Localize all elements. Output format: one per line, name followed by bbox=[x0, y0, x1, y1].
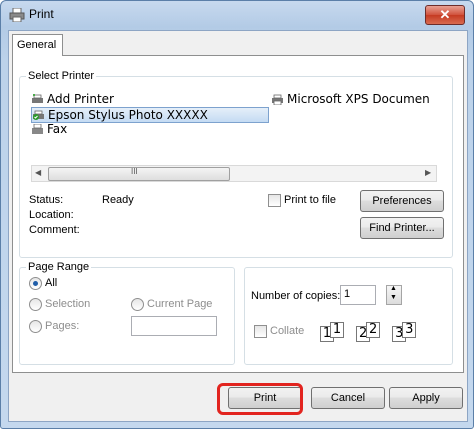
fax-icon bbox=[32, 124, 43, 134]
copies-spinner[interactable]: ▲ ▼ bbox=[386, 285, 402, 305]
dialog-client-area: General Select Printer Add Printer Micro… bbox=[8, 30, 468, 422]
printer-name: Fax bbox=[47, 122, 68, 136]
collate-label[interactable]: Collate bbox=[270, 324, 304, 338]
radio-current-page-label[interactable]: Current Page bbox=[147, 297, 212, 311]
radio-pages[interactable] bbox=[29, 320, 42, 333]
collate-page: 3 bbox=[402, 322, 417, 338]
select-printer-group: Select Printer Add Printer Microsoft XPS… bbox=[19, 69, 453, 258]
print-button-highlight bbox=[217, 383, 303, 415]
printer-list[interactable]: Add Printer Microsoft XPS Documen Epson … bbox=[31, 92, 431, 171]
number-of-copies-label: Number of copies: bbox=[251, 290, 341, 302]
scrollbar-thumb[interactable]: III bbox=[48, 167, 230, 181]
printer-check-icon bbox=[33, 110, 44, 120]
printer-name: Microsoft XPS Documen bbox=[287, 92, 430, 106]
radio-all-label[interactable]: All bbox=[45, 276, 57, 290]
scroll-right-arrow-icon[interactable]: ▶ bbox=[425, 168, 431, 177]
radio-all[interactable] bbox=[29, 277, 42, 290]
print-to-file-label[interactable]: Print to file bbox=[284, 193, 336, 207]
spin-down-icon[interactable]: ▼ bbox=[390, 294, 397, 301]
collate-pages-icon: 11 22 33 bbox=[320, 322, 418, 342]
close-button[interactable]: ✕ bbox=[425, 5, 465, 25]
comment-label: Comment: bbox=[29, 224, 80, 236]
cancel-button[interactable]: Cancel bbox=[311, 387, 385, 409]
pages-input[interactable] bbox=[131, 316, 217, 336]
scroll-left-arrow-icon[interactable]: ◀ bbox=[35, 168, 41, 177]
collate-page: 2 bbox=[366, 322, 381, 338]
radio-pages-label[interactable]: Pages: bbox=[45, 319, 79, 333]
printer-item-microsoft-xps[interactable]: Microsoft XPS Documen bbox=[271, 92, 430, 106]
copies-value: 1 bbox=[344, 288, 351, 300]
thumb-grip-icon: III bbox=[131, 167, 138, 176]
print-to-file-checkbox[interactable] bbox=[268, 194, 281, 207]
spin-up-icon[interactable]: ▲ bbox=[390, 285, 397, 292]
printer-icon bbox=[272, 94, 283, 105]
location-label: Location: bbox=[29, 209, 74, 221]
printer-icon bbox=[9, 8, 25, 22]
status-value: Ready bbox=[102, 194, 134, 206]
apply-button[interactable]: Apply bbox=[389, 387, 463, 409]
page-range-label: Page Range bbox=[26, 260, 92, 274]
find-printer-button[interactable]: Find Printer... bbox=[360, 217, 444, 239]
print-dialog-window: Print ✕ General Select Printer Add Print… bbox=[0, 0, 474, 429]
title-bar[interactable]: Print ✕ bbox=[1, 1, 473, 29]
collate-checkbox[interactable] bbox=[254, 325, 267, 338]
radio-current-page[interactable] bbox=[131, 298, 144, 311]
printer-item-fax[interactable]: Fax bbox=[31, 122, 67, 136]
printer-item-add-printer[interactable]: Add Printer bbox=[31, 92, 114, 106]
tab-general[interactable]: General bbox=[12, 34, 63, 56]
radio-selection-label[interactable]: Selection bbox=[45, 297, 90, 311]
printer-item-epson-selected[interactable]: Epson Stylus Photo XXXXX bbox=[31, 107, 269, 123]
status-label: Status: bbox=[29, 194, 64, 206]
add-printer-icon bbox=[32, 94, 43, 103]
printer-name: Epson Stylus Photo XXXXX bbox=[48, 108, 208, 122]
preferences-button[interactable]: Preferences bbox=[360, 190, 444, 212]
collate-page: 1 bbox=[330, 322, 344, 338]
printer-name: Add Printer bbox=[47, 92, 114, 106]
general-tab-panel: Select Printer Add Printer Microsoft XPS… bbox=[12, 55, 464, 373]
copies-input[interactable]: 1 bbox=[340, 285, 376, 305]
copies-group: Number of copies: 1 ▲ ▼ Collate 11 22 33 bbox=[244, 267, 453, 365]
select-printer-label: Select Printer bbox=[26, 69, 97, 83]
printer-list-scrollbar[interactable]: ◀ III ▶ bbox=[31, 165, 437, 182]
page-range-group: Page Range All Selection Current Page Pa… bbox=[19, 260, 235, 365]
radio-selection[interactable] bbox=[29, 298, 42, 311]
window-title: Print bbox=[29, 7, 54, 21]
